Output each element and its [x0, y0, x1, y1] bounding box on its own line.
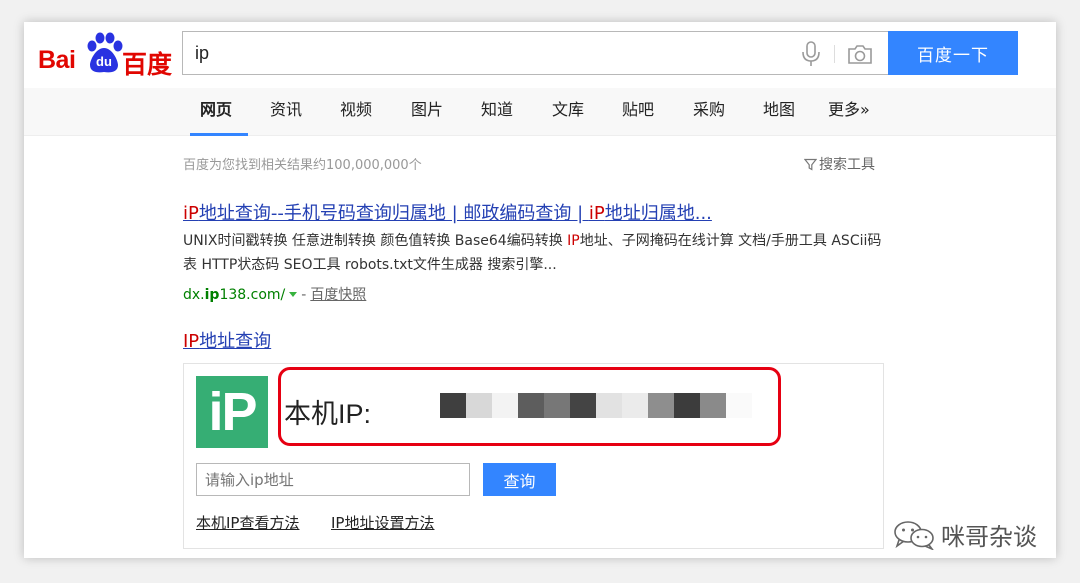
url-bold: ip	[204, 287, 220, 303]
search-tools-button[interactable]: 搜索工具	[804, 154, 875, 174]
url-dropdown-icon[interactable]	[289, 292, 298, 297]
logo-chinese: 百度	[122, 50, 173, 79]
abstract-highlight: IP	[567, 233, 580, 249]
divider	[834, 45, 835, 63]
tab-zhidao[interactable]: 知道	[481, 88, 513, 136]
local-ip-howto-link[interactable]: 本机IP查看方法	[196, 512, 299, 533]
search-button[interactable]: 百度一下	[888, 31, 1018, 75]
mic-icon[interactable]	[800, 41, 822, 67]
logo-latin: Bai	[38, 46, 76, 74]
ip-settings-howto-link[interactable]: IP地址设置方法	[331, 512, 434, 533]
query-button[interactable]: 查询	[483, 463, 556, 496]
filter-icon	[804, 158, 817, 171]
search-tools-label: 搜索工具	[819, 157, 875, 173]
camera-icon[interactable]	[847, 43, 873, 65]
baidu-logo[interactable]: Bai du 百度	[38, 30, 173, 79]
ip-input[interactable]	[196, 463, 470, 496]
ip-address-blurred	[440, 393, 752, 418]
search-input[interactable]	[183, 32, 783, 74]
result-count: 百度为您找到相关结果约100,000,000个	[183, 158, 422, 173]
title-text: 地址查询--手机号码查询归属地 | 邮政编码查询 |	[198, 203, 589, 224]
title-highlight: IP	[183, 331, 200, 352]
title-highlight: iP	[588, 203, 605, 224]
nav-tabs: 网页 资讯 视频 图片 知道 文库 贴吧 采购 地图 更多»	[24, 88, 1056, 136]
snapshot-link[interactable]: 百度快照	[310, 287, 366, 303]
url-separator: -	[301, 287, 307, 303]
tab-images[interactable]: 图片	[411, 88, 443, 136]
tab-purchase[interactable]: 采购	[693, 88, 725, 136]
search-box	[182, 31, 888, 75]
watermark-text: 咪哥杂谈	[941, 523, 1037, 551]
result-abstract: UNIX时间戳转换 任意进制转换 颜色值转换 Base64编码转换 IP地址、子…	[183, 229, 883, 277]
tab-video[interactable]: 视频	[340, 88, 372, 136]
tab-more[interactable]: 更多»	[828, 88, 870, 136]
ip-logo: iP	[196, 376, 268, 448]
watermark: 咪哥杂谈	[893, 517, 1037, 552]
tab-web[interactable]: 网页	[189, 88, 249, 136]
tab-tieba[interactable]: 贴吧	[622, 88, 654, 136]
tab-wenku[interactable]: 文库	[552, 88, 584, 136]
result-url: dx.ip138.com/- 百度快照	[183, 284, 366, 304]
title-highlight: iP	[183, 203, 199, 224]
ip-lookup-card: iP 本机IP: 查询 本机IP查看方法 IP地址设置方法	[183, 363, 884, 549]
local-ip-label: 本机IP:	[284, 399, 372, 429]
abstract-text: UNIX时间戳转换 任意进制转换 颜色值转换 Base64编码转换	[183, 233, 568, 249]
tab-news[interactable]: 资讯	[270, 88, 302, 136]
url-suffix: 138.com/	[219, 287, 286, 303]
title-text: 地址归属地...	[604, 203, 712, 224]
header: Bai du 百度 百度一下	[24, 22, 1056, 88]
browser-page: Bai du 百度 百度一下	[24, 22, 1056, 558]
tab-map[interactable]: 地图	[763, 88, 795, 136]
ip-result-title-link[interactable]: IP地址查询	[183, 327, 271, 353]
title-text: 地址查询	[199, 331, 272, 352]
wechat-icon	[894, 520, 934, 550]
url-link[interactable]: dx.ip138.com/	[183, 287, 285, 303]
result-title-link[interactable]: iP地址查询--手机号码查询归属地 | 邮政编码查询 | iP地址归属地...	[183, 199, 712, 225]
url-prefix: dx.	[183, 287, 205, 303]
logo-du: du	[96, 54, 112, 69]
